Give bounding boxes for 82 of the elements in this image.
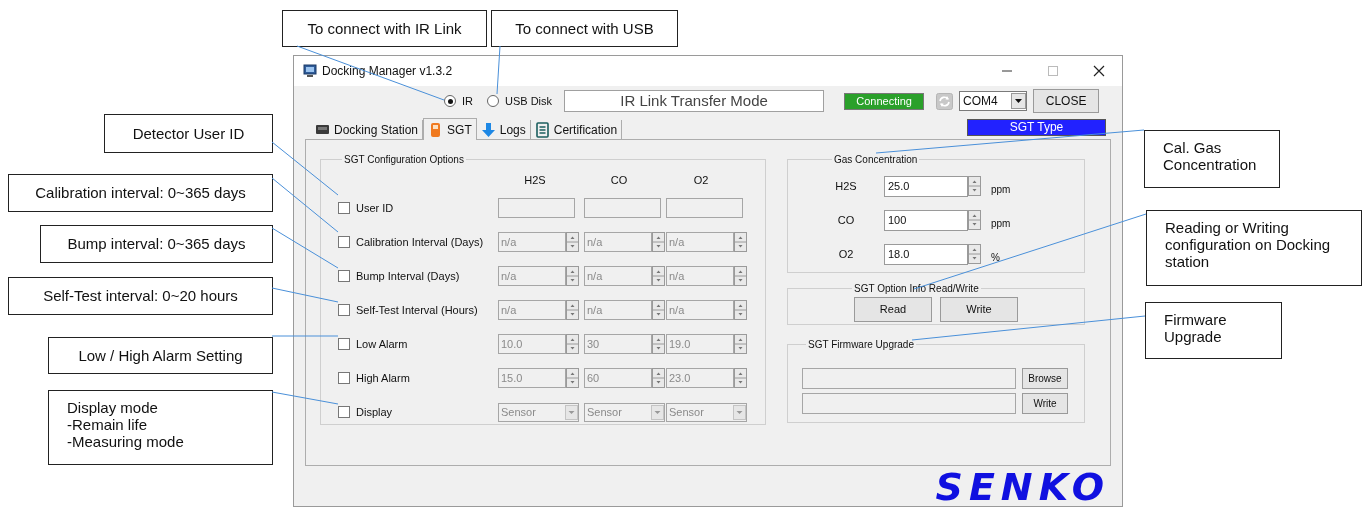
column-header: O2 — [692, 172, 710, 188]
spin-buttons[interactable] — [734, 368, 747, 388]
option-label: Bump Interval (Days) — [356, 268, 460, 284]
leader-line — [271, 335, 339, 337]
spin-buttons[interactable] — [652, 368, 665, 388]
spin-buttons[interactable] — [652, 266, 665, 286]
callout-text: -Measuring mode — [67, 433, 185, 450]
port-dropdown[interactable]: COM4 — [959, 91, 1028, 111]
spin-buttons[interactable] — [734, 300, 747, 320]
radio-option[interactable]: USB Disk — [487, 92, 553, 110]
group-title: SGT Configuration Options — [343, 153, 465, 167]
unit-label: ppm — [991, 216, 1011, 231]
leader-line — [271, 391, 339, 405]
spin-buttons[interactable] — [652, 334, 665, 354]
callout-text: To connect with IR Link — [307, 19, 462, 38]
leader-line — [496, 45, 501, 95]
down-arrow-icon — [480, 121, 496, 138]
spin-buttons[interactable] — [968, 210, 981, 230]
number-field[interactable]: 100 — [884, 209, 968, 231]
mode-display: IR Link Transfer Mode — [564, 90, 825, 112]
gas-label: CO — [836, 212, 856, 228]
gas-label: O2 — [837, 246, 855, 262]
window-title: Docking Manager v1.3.2 — [322, 63, 453, 80]
file-path-field[interactable] — [802, 368, 1016, 389]
spin-buttons[interactable] — [968, 176, 981, 196]
action-button[interactable]: Write — [1022, 393, 1068, 414]
column-header: H2S — [523, 172, 547, 188]
callout-text: -Remain life — [67, 416, 149, 433]
callout-text: Calibration interval: 0~365 days — [35, 184, 246, 202]
spin-buttons[interactable] — [566, 266, 579, 286]
spin-buttons[interactable] — [566, 232, 579, 252]
callout-text: Self-Test interval: 0~20 hours — [43, 287, 238, 305]
monitor-icon — [303, 64, 317, 78]
action-button[interactable]: Browse — [1022, 368, 1068, 389]
number-field[interactable]: 18.0 — [884, 243, 968, 265]
group-title: SGT Option Info Read/Write — [853, 282, 980, 296]
option-label: Calibration Interval (Days) — [356, 234, 484, 250]
callout-text: Reading or Writing configuration on Docking station — [1165, 219, 1332, 270]
group-title: SGT Firmware Upgrade — [807, 338, 915, 352]
group-title: Gas Concentration — [833, 153, 919, 167]
spin-buttons[interactable] — [968, 244, 981, 264]
unit-label: % — [991, 250, 1000, 265]
status-indicator: Connecting — [844, 92, 925, 110]
number-field[interactable]: 25.0 — [884, 175, 968, 197]
option-label: Self-Test Interval (Hours) — [356, 302, 478, 318]
spin-buttons[interactable] — [734, 232, 747, 252]
caret-icon — [1011, 93, 1027, 109]
callout-text: To connect with USB — [515, 19, 654, 38]
device-type-banner: SGT Type — [967, 119, 1106, 136]
callout-text: Low / High Alarm Setting — [78, 346, 243, 365]
action-button[interactable]: Write — [940, 297, 1018, 322]
tab[interactable]: SGT — [423, 118, 477, 140]
spin-buttons[interactable] — [566, 368, 579, 388]
callout-text: Cal. Gas Concentration — [1163, 139, 1258, 173]
callout-text: Bump interval: 0~365 days — [67, 235, 246, 253]
column-header: CO — [609, 172, 629, 188]
action-button[interactable]: Read — [854, 297, 932, 322]
spin-buttons[interactable] — [652, 300, 665, 320]
unit-label: ppm — [991, 182, 1011, 197]
option-label: User ID — [356, 200, 394, 216]
logo: SENKO — [935, 469, 1110, 505]
spin-buttons[interactable] — [734, 266, 747, 286]
leader-line — [271, 227, 339, 269]
leader-line — [271, 141, 339, 196]
refresh-button[interactable] — [936, 92, 954, 110]
leader-line — [271, 287, 339, 303]
close-button[interactable]: CLOSE — [1033, 89, 1100, 113]
document-icon — [534, 121, 550, 138]
option-label: High Alarm — [356, 370, 410, 386]
spin-buttons[interactable] — [566, 334, 579, 354]
spin-buttons[interactable] — [652, 232, 665, 252]
file-path-field[interactable] — [802, 393, 1016, 414]
leader-line — [271, 177, 339, 233]
callout-text: Firmware Upgrade — [1164, 311, 1228, 345]
option-label: Display — [356, 404, 393, 420]
radio-option[interactable]: IR — [444, 92, 473, 110]
callout-text: Detector User ID — [132, 124, 245, 143]
spin-buttons[interactable] — [566, 300, 579, 320]
callout-text: Display mode — [67, 399, 159, 416]
option-label: Low Alarm — [356, 336, 408, 352]
spin-buttons[interactable] — [734, 334, 747, 354]
gas-label: H2S — [834, 178, 858, 194]
